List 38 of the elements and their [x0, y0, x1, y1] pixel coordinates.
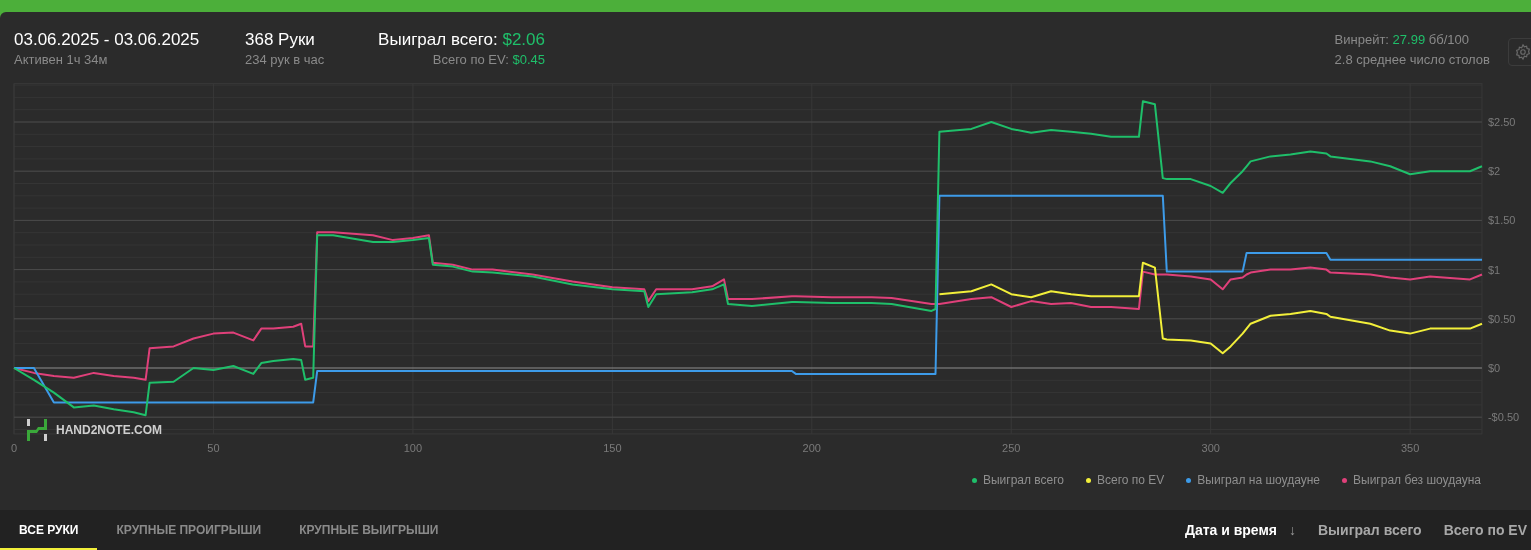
axis-label: $1.50 [1487, 214, 1516, 227]
sort-column-header[interactable]: Дата и время ↓ [1162, 522, 1296, 538]
avg-tables: 2.8 среднее число столов [1334, 51, 1490, 69]
axis-label: $0.50 [1487, 312, 1516, 325]
total-ev: Всего по EV: $0.45 [432, 51, 545, 69]
total-won: Выиграл всего: $2.06 [378, 29, 545, 51]
axis-label: 0 [10, 442, 18, 454]
settings-icon [1514, 43, 1531, 61]
axis-label: 300 [1201, 442, 1220, 454]
axis-label: 150 [603, 442, 622, 454]
filter-tab[interactable]: ВСЕ РУКИ [0, 510, 98, 550]
sort-column-header[interactable]: Всего по EV [1421, 522, 1527, 538]
axis-label: 350 [1400, 442, 1420, 454]
axis-label: 100 [403, 442, 423, 454]
axis-label: 50 [207, 442, 220, 454]
sort-column-header[interactable]: Выиграл всего [1296, 522, 1422, 538]
legend-label: Выиграл на шоудауне [1197, 473, 1320, 487]
axis-label: $0 [1487, 362, 1501, 374]
date-range: 03.06.2025 - 03.06.2025 [14, 29, 200, 51]
filter-tab[interactable]: КРУПНЫЕ ПРОИГРЫШИ [97, 510, 281, 550]
winrate: Винрейт: 27.99 бб/100 [1334, 31, 1469, 49]
filter-tab[interactable]: КРУПНЫЕ ВЫИГРЫШИ [280, 510, 458, 550]
legend-label: Всего по EV [1097, 473, 1165, 487]
active-time: Активен 1ч 34м [14, 51, 108, 69]
watermark-logo: HAND2NOTE.COM [26, 418, 162, 442]
hands-per-hour: 234 рук в час [245, 51, 325, 69]
axis-label: $2.50 [1487, 116, 1516, 128]
legend-label: Выиграл без шоудауна [1353, 473, 1481, 487]
settings-button[interactable] [1508, 38, 1531, 66]
axis-label: 250 [1002, 442, 1021, 454]
hands-count: 368 Руки [245, 29, 315, 51]
legend-label: Выиграл всего [982, 473, 1065, 487]
axis-label: $2 [1487, 165, 1501, 178]
sort-arrow: ↓ [1289, 522, 1296, 538]
axis-label: 200 [802, 442, 821, 454]
logo-icon [26, 418, 48, 442]
axis-label: $1 [1487, 263, 1501, 276]
axis-label: -$0.50 [1487, 411, 1520, 424]
